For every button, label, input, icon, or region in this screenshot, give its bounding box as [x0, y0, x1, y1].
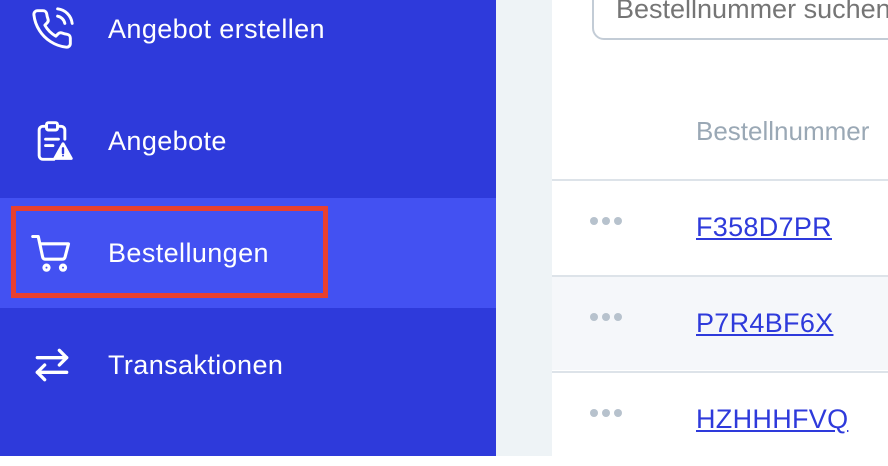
order-link[interactable]: P7R4BF6X	[696, 308, 833, 339]
sidebar-item-label: Angebote	[108, 125, 227, 156]
column-header-bestellnummer: Bestellnummer	[696, 116, 870, 146]
table-row: HZHHHFVQ	[552, 371, 888, 466]
orders-panel: Bestellnummer F358D7PR P7R4BF6X HZHHHFVQ	[552, 0, 888, 456]
sidebar: Angebot erstellen Angebote Bestellungen …	[0, 0, 496, 456]
more-options-icon[interactable]	[590, 313, 622, 321]
order-link[interactable]: HZHHHFVQ	[696, 404, 848, 435]
sidebar-item-angebot-erstellen[interactable]: Angebot erstellen	[0, 0, 496, 84]
sidebar-item-transaktionen[interactable]: Transaktionen	[0, 310, 496, 420]
table-row: P7R4BF6X	[552, 275, 888, 370]
phone-call-icon	[28, 5, 76, 53]
arrows-swap-icon	[28, 341, 76, 389]
clipboard-warning-icon	[28, 117, 76, 165]
more-options-icon[interactable]	[590, 217, 622, 225]
more-options-icon[interactable]	[590, 409, 622, 417]
selection-highlight	[11, 206, 328, 298]
search-input[interactable]	[592, 0, 888, 40]
content-gutter	[496, 0, 552, 456]
sidebar-item-angebote[interactable]: Angebote	[0, 86, 496, 196]
sidebar-item-label: Angebot erstellen	[108, 13, 325, 44]
sidebar-item-label: Transaktionen	[108, 349, 284, 380]
table-row: F358D7PR	[552, 179, 888, 274]
order-link[interactable]: F358D7PR	[696, 212, 832, 243]
